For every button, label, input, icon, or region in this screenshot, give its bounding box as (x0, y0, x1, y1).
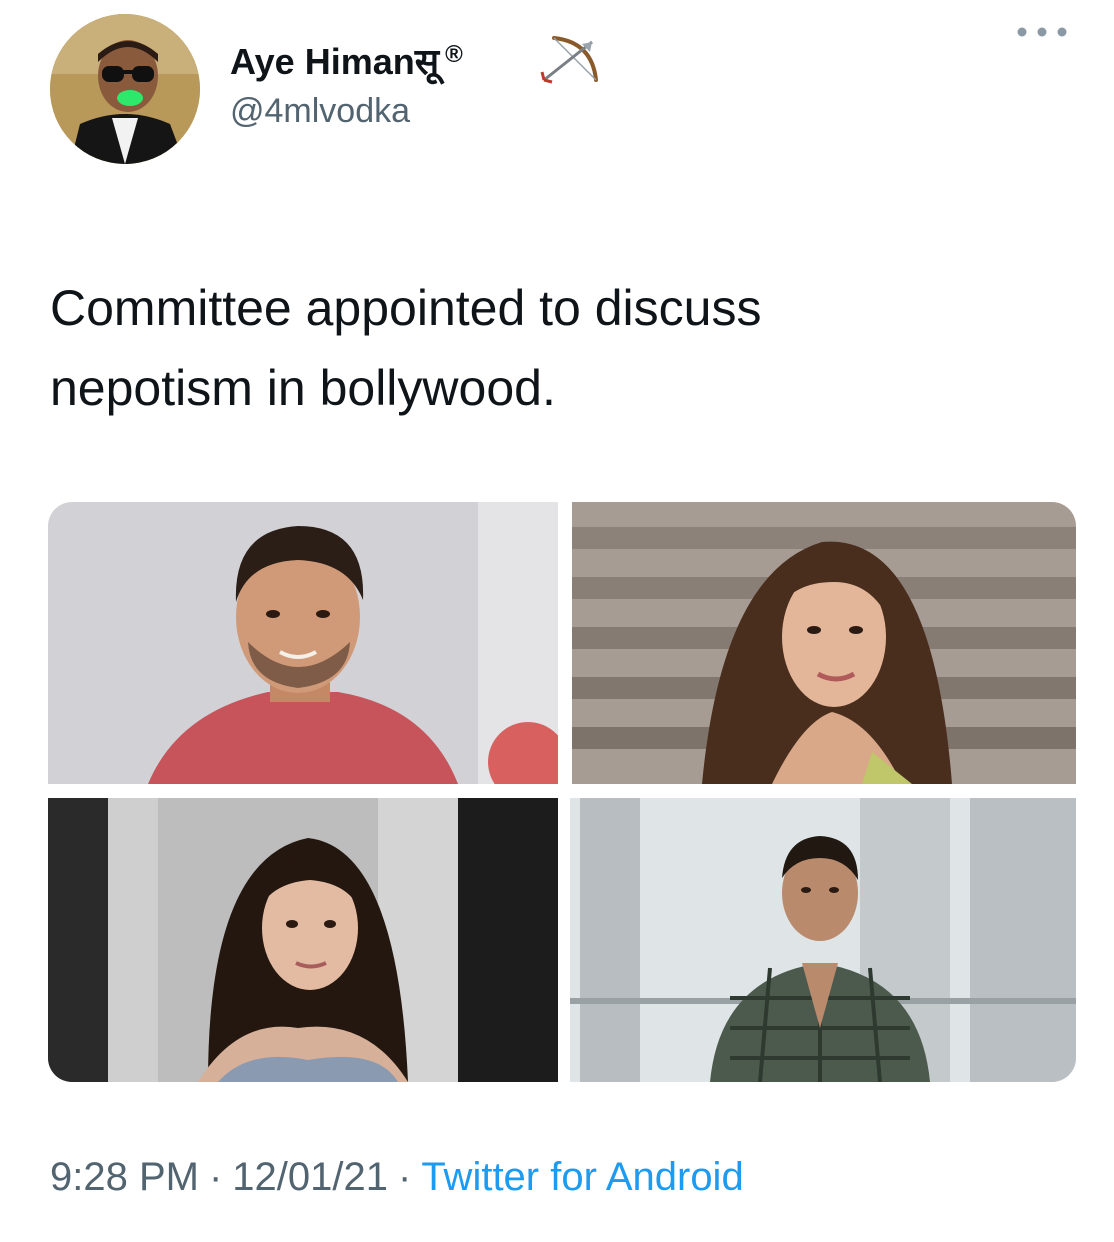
display-name[interactable]: Aye Himanसू ® (230, 36, 463, 85)
meta-separator: · (208, 1155, 223, 1199)
media-grid (48, 502, 1076, 1082)
tweet-text-line: nepotism in bollywood. (50, 360, 556, 416)
photo-young-woman[interactable] (48, 798, 558, 1082)
tweet-time[interactable]: 9:28 PM (50, 1155, 199, 1199)
photo-woman-long-hair[interactable] (572, 502, 1076, 784)
tweet-source-link[interactable]: Twitter for Android (421, 1155, 743, 1199)
tweet-text: Committee appointed to discuss nepotism … (50, 268, 1060, 428)
tweet-meta: 9:28 PM · 12/01/21 · Twitter for Android (50, 1155, 744, 1200)
more-options-icon[interactable] (1010, 20, 1074, 44)
tweet-text-line: Committee appointed to discuss (50, 280, 762, 336)
avatar[interactable] (50, 14, 200, 164)
bow-and-arrow-icon (540, 36, 598, 84)
tweet-date[interactable]: 12/01/21 (232, 1155, 388, 1199)
avatar-photo (50, 14, 200, 164)
photo-man-red-shirt[interactable] (48, 502, 558, 784)
display-name-text: Aye Himanसू (230, 41, 440, 82)
meta-separator: · (398, 1155, 412, 1199)
user-handle[interactable]: @4mlvodka (230, 92, 410, 131)
photo-man-checked-shirt[interactable] (570, 798, 1076, 1082)
registered-mark: ® (445, 41, 463, 68)
